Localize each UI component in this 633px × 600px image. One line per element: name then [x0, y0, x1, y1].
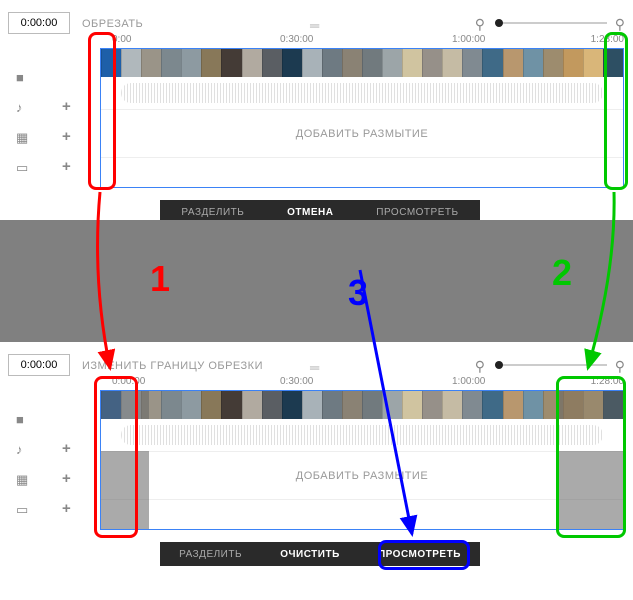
add-audio-button[interactable]: + [62, 98, 71, 115]
panel-title: ИЗМЕНИТЬ ГРАНИЦУ ОБРЕЗКИ [82, 360, 263, 372]
audio-icon: ♪ [16, 100, 23, 115]
blur-icon: ▦ [16, 130, 28, 146]
text-icon: ▭ [16, 160, 28, 176]
audio-track[interactable] [101, 419, 623, 451]
video-icon: ■ [16, 70, 24, 85]
add-text-button[interactable]: + [62, 500, 71, 517]
panel-header: 0:00:00 ИЗМЕНИТЬ ГРАНИЦУ ОБРЕЗКИ ═ ⚲ ⚲ [0, 350, 633, 374]
video-track[interactable] [101, 391, 623, 419]
zoom-slider[interactable] [495, 22, 607, 24]
audio-icon: ♪ [16, 442, 23, 457]
blur-track[interactable]: ДОБАВИТЬ РАЗМЫТИЕ [101, 109, 623, 157]
text-icon: ▭ [16, 502, 28, 518]
audio-track[interactable] [101, 77, 623, 109]
timeline-tracks[interactable]: ДОБАВИТЬ РАЗМЫТИЕ [100, 48, 624, 188]
cancel-button[interactable]: ОТМЕНА [287, 207, 333, 218]
zoom-in-icon[interactable]: ⚲ [615, 16, 625, 33]
clear-button[interactable]: ОЧИСТИТЬ [280, 549, 340, 560]
trim-region-right[interactable] [558, 391, 623, 529]
action-bar: РАЗДЕЛИТЬ ОЧИСТИТЬ ПРОСМОТРЕТЬ [160, 542, 480, 566]
time-display[interactable]: 0:00:00 [8, 354, 70, 376]
text-track[interactable] [101, 157, 623, 187]
zoom-out-icon[interactable]: ⚲ [475, 16, 485, 33]
preview-button[interactable]: ПРОСМОТРЕТЬ [378, 549, 461, 560]
time-ruler[interactable]: 0:00 0:30:00 1:00:00 1:28:00 [100, 34, 624, 48]
waveform [121, 425, 603, 445]
ruler-tick: 1:00:00 [452, 34, 485, 45]
separator-band [0, 220, 633, 342]
text-track[interactable] [101, 499, 623, 529]
video-icon: ■ [16, 412, 24, 427]
zoom-slider-thumb[interactable] [495, 361, 503, 369]
zoom-slider[interactable] [495, 364, 607, 366]
timeline-tracks[interactable]: ДОБАВИТЬ РАЗМЫТИЕ [100, 390, 624, 530]
time-ruler[interactable]: 0:00:00 0:30:00 1:00:00 1:28:00 [100, 376, 624, 390]
blur-track[interactable]: ДОБАВИТЬ РАЗМЫТИЕ [101, 451, 623, 499]
split-button[interactable]: РАЗДЕЛИТЬ [181, 207, 244, 218]
ruler-tick: 1:28:00 [591, 376, 624, 387]
drag-handle-icon[interactable]: ═ [310, 360, 319, 375]
add-audio-button[interactable]: + [62, 440, 71, 457]
add-blur-button[interactable]: + [62, 128, 71, 145]
ruler-tick: 1:28:00 [591, 34, 624, 45]
video-track[interactable] [101, 49, 623, 77]
zoom-slider-thumb[interactable] [495, 19, 503, 27]
zoom-in-icon[interactable]: ⚲ [615, 358, 625, 375]
drag-handle-icon[interactable]: ═ [310, 18, 319, 33]
track-sidebar: ■ ♪ + ▦ + ▭ + [0, 374, 84, 524]
add-blur-button[interactable]: + [62, 470, 71, 487]
zoom-out-icon[interactable]: ⚲ [475, 358, 485, 375]
panel-title: ОБРЕЗАТЬ [82, 18, 143, 30]
add-text-button[interactable]: + [62, 158, 71, 175]
preview-button[interactable]: ПРОСМОТРЕТЬ [376, 207, 458, 218]
time-display[interactable]: 0:00:00 [8, 12, 70, 34]
ruler-tick: 0:00 [112, 34, 131, 45]
editor-panel-after: 0:00:00 ИЗМЕНИТЬ ГРАНИЦУ ОБРЕЗКИ ═ ⚲ ⚲ ■… [0, 342, 633, 562]
ruler-tick: 1:00:00 [452, 376, 485, 387]
editor-panel-before: 0:00:00 ОБРЕЗАТЬ ═ ⚲ ⚲ ■ ♪ + ▦ + ▭ + 0:00 0… [0, 0, 633, 220]
ruler-tick: 0:30:00 [280, 376, 313, 387]
blur-icon: ▦ [16, 472, 28, 488]
track-sidebar: ■ ♪ + ▦ + ▭ + [0, 32, 84, 182]
trim-region-left[interactable] [101, 391, 149, 529]
waveform [121, 83, 603, 103]
ruler-tick: 0:00:00 [112, 376, 145, 387]
panel-header: 0:00:00 ОБРЕЗАТЬ ═ ⚲ ⚲ [0, 8, 633, 32]
ruler-tick: 0:30:00 [280, 34, 313, 45]
split-button[interactable]: РАЗДЕЛИТЬ [179, 549, 242, 560]
